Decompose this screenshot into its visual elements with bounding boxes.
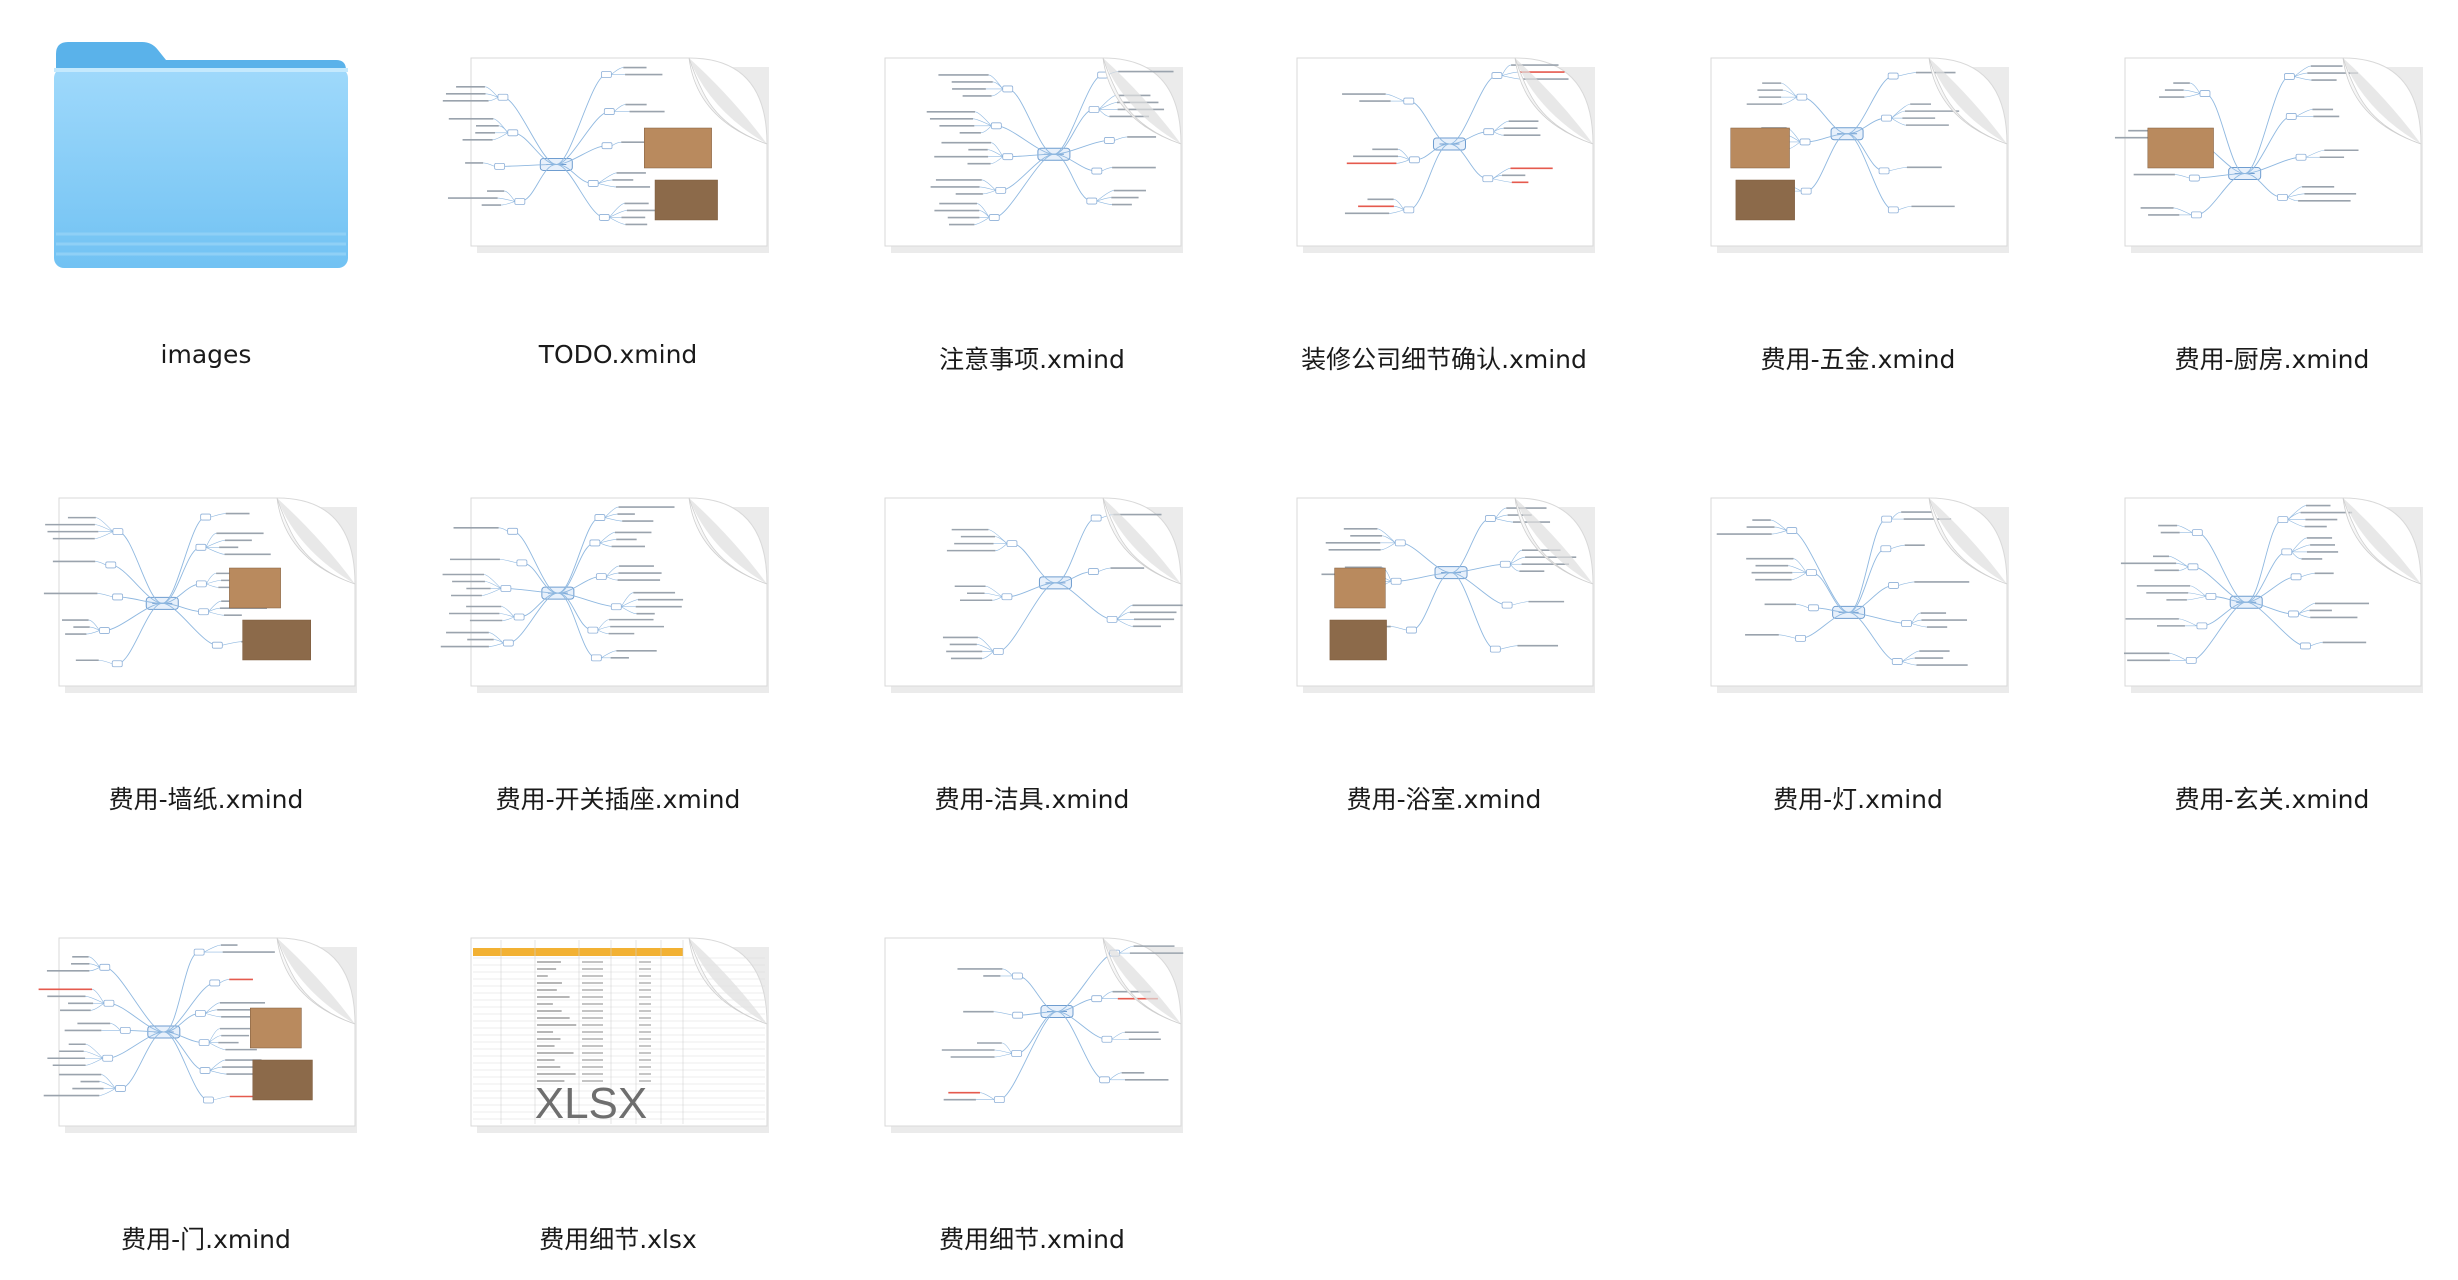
scrollbar-track[interactable] [2446,0,2458,1276]
file-name-label: 注意事项.xmind [939,345,1125,374]
file-name-label: 费用-灯.xmind [1773,785,1943,814]
xmind-thumbnail-icon [884,497,1183,693]
file-name-label: 费用-浴室.xmind [1346,785,1542,814]
xmind-thumbnail-icon [43,497,357,693]
xmind-thumbnail-icon [1710,497,2009,693]
file-name-label: 费用-玄关.xmind [2174,785,2370,814]
file-name-label: 费用-墙纸.xmind [108,785,304,814]
xmind-thumbnail-icon [38,937,357,1133]
xmind-thumbnail-icon [884,937,1184,1133]
xmind-thumbnail-icon [1710,57,2009,253]
xmind-thumbnail-icon [1296,497,1595,693]
file-item[interactable]: 费用-开关插座.xmind [412,440,824,840]
file-item[interactable]: 费用-浴室.xmind [1238,440,1650,840]
file-item[interactable]: 装修公司细节确认.xmind [1238,0,1650,400]
file-item[interactable]: 费用-灯.xmind [1652,440,2064,840]
xmind-thumbnail-icon [440,497,769,693]
file-item[interactable]: 费用-厨房.xmind [2066,0,2458,400]
file-item[interactable]: 注意事项.xmind [826,0,1238,400]
file-item[interactable]: 费用-洁具.xmind [826,440,1238,840]
xmind-thumbnail-icon [1296,57,1595,253]
file-item[interactable]: XLSX 费用细节.xlsx [412,880,824,1280]
spreadsheet-thumbnail-icon: XLSX [470,937,769,1133]
file-item[interactable]: 费用-墙纸.xmind [0,440,412,840]
file-item[interactable]: 费用细节.xmind [826,880,1238,1280]
folder-item[interactable]: images [0,0,412,400]
file-grid: images TODO.xmind 注意事项.xmind 装修公司细节确认.xmind… [0,0,2458,1276]
file-name-label: 费用-五金.xmind [1760,345,1956,374]
file-name-label: 费用细节.xmind [939,1225,1125,1254]
xmind-thumbnail-icon [2120,497,2423,693]
file-name-label: TODO.xmind [538,340,698,369]
file-name-label: 费用细节.xlsx [539,1225,697,1254]
xmind-thumbnail-icon [442,57,769,253]
folder-icon [50,38,350,274]
file-item[interactable]: 费用-玄关.xmind [2066,440,2458,840]
xmind-thumbnail-icon [884,57,1183,253]
file-name-label: 费用-洁具.xmind [934,785,1130,814]
file-name-label: 费用-厨房.xmind [2174,345,2370,374]
file-item[interactable]: 费用-五金.xmind [1652,0,2064,400]
file-item[interactable]: 费用-门.xmind [0,880,412,1280]
xmind-thumbnail-icon [2114,57,2423,253]
file-name-label: 费用-门.xmind [121,1225,291,1254]
xlsx-badge: XLSX [535,1079,648,1128]
file-name-label: 费用-开关插座.xmind [495,785,741,814]
file-item[interactable]: TODO.xmind [412,0,824,400]
file-name-label: images [160,340,252,369]
file-name-label: 装修公司细节确认.xmind [1301,345,1587,374]
